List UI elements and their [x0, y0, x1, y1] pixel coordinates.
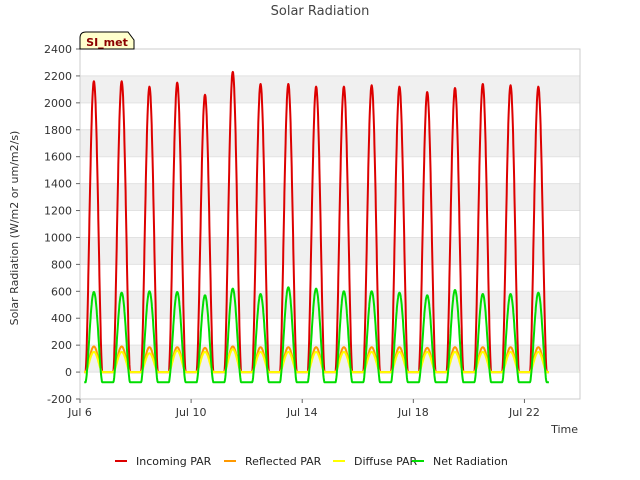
legend-label: Reflected PAR [245, 455, 322, 468]
x-tick-label: Jul 14 [286, 406, 318, 419]
y-tick-label: 800 [51, 258, 72, 271]
y-tick-label: 1800 [44, 124, 72, 137]
legend-label: Net Radiation [433, 455, 508, 468]
x-tick-label: Jul 6 [67, 406, 92, 419]
y-tick-label: 1400 [44, 178, 72, 191]
plot-band [80, 183, 580, 211]
legend: Incoming PAR Reflected PAR Diffuse PAR Net … [115, 455, 508, 468]
solar-radiation-chart: -200 0 200 400 600 800 1000 1200 1400 1600 1800 200… [0, 0, 640, 480]
y-tick-label: 2000 [44, 97, 72, 110]
y-tick-label: 0 [65, 366, 72, 379]
plot-band [80, 129, 580, 157]
x-axis-title: Time [550, 423, 578, 436]
y-tick-label: 2400 [44, 43, 72, 56]
x-tick-label: Jul 18 [397, 406, 429, 419]
y-tick-label: 1600 [44, 151, 72, 164]
y-tick-label: -200 [47, 393, 72, 406]
x-tick-label: Jul 10 [175, 406, 207, 419]
y-tick-label: 2200 [44, 70, 72, 83]
legend-label: Incoming PAR [136, 455, 212, 468]
y-tick-label: 400 [51, 312, 72, 325]
chart-title: Solar Radiation [271, 4, 370, 19]
plot-band [80, 75, 580, 103]
plot-band [80, 372, 580, 399]
y-tick-label: 200 [51, 339, 72, 352]
x-tick-label: Jul 22 [508, 406, 540, 419]
y-axis-title: Solar Radiation (W/m2 or um/m2/s) [8, 131, 21, 326]
plot-band [80, 156, 580, 184]
badge-label: SI_met [86, 36, 128, 49]
legend-label: Diffuse PAR [354, 455, 418, 468]
y-tick-label: 600 [51, 285, 72, 298]
y-tick-label: 1200 [44, 205, 72, 218]
y-tick-label: 1000 [44, 231, 72, 244]
plot-band [80, 49, 580, 76]
site-badge: SI_met [79, 31, 135, 50]
plot-band [80, 102, 580, 130]
